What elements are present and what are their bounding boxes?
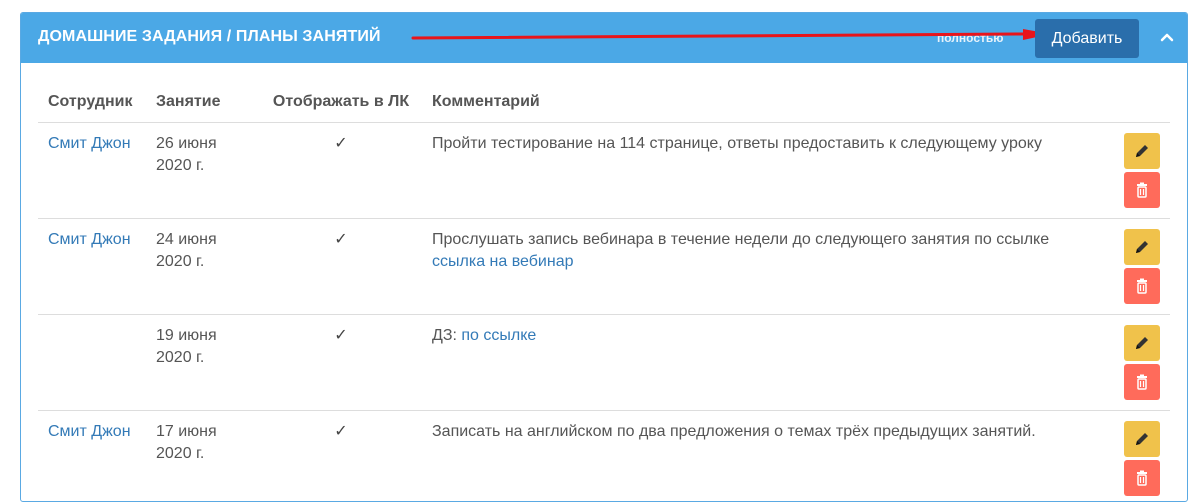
- date-line2: 2020 г.: [156, 252, 205, 270]
- employee-link[interactable]: Смит Джон: [48, 423, 131, 440]
- pencil-icon: [1136, 144, 1148, 157]
- comment-cell: Пройти тестирование на 114 странице, отв…: [422, 122, 1110, 219]
- comment-cell: Прослушать запись вебинара в течение нед…: [422, 218, 1110, 315]
- date-line2: 2020 г.: [156, 348, 205, 366]
- column-header-actions: [1110, 83, 1170, 123]
- lesson-date-cell: 19 июня 2020 г.: [146, 314, 260, 411]
- delete-button[interactable]: [1124, 171, 1160, 208]
- actions-cell: [1110, 122, 1170, 219]
- comment-link[interactable]: по ссылке: [461, 327, 536, 344]
- trash-icon: [1137, 182, 1147, 198]
- lesson-date-cell: 24 июня 2020 г.: [146, 218, 260, 315]
- check-icon: ✓: [334, 230, 348, 248]
- chevron-up-icon[interactable]: [1157, 27, 1177, 47]
- table-row: Смит Джон 26 июня 2020 г. ✓ Пройти тестир…: [38, 122, 1170, 219]
- show-in-account-cell: ✓: [260, 410, 422, 501]
- date-line1: 26 июня: [156, 134, 217, 152]
- delete-button[interactable]: [1124, 267, 1160, 304]
- show-in-account-cell: ✓: [260, 218, 422, 315]
- comment-text: Прослушать запись вебинара в течение нед…: [432, 230, 1050, 248]
- actions-cell: [1110, 218, 1170, 315]
- comment-text: ДЗ:: [432, 326, 462, 344]
- employee-cell: Смит Джон: [38, 410, 146, 501]
- show-in-account-cell: ✓: [260, 314, 422, 411]
- employee-cell: Смит Джон: [38, 122, 146, 219]
- column-header-comment: Комментарий: [422, 83, 1110, 123]
- lesson-date-cell: 26 июня 2020 г.: [146, 122, 260, 219]
- homework-table-container: Сотрудник Занятие Отображать в ЛК Коммен…: [38, 83, 1170, 501]
- check-icon: ✓: [334, 326, 348, 344]
- employee-link[interactable]: Смит Джон: [48, 135, 131, 152]
- edit-button[interactable]: [1124, 324, 1160, 361]
- panel-header: ДОМАШНИЕ ЗАДАНИЯ / ПЛАНЫ ЗАНЯТИЙ полност…: [21, 13, 1187, 63]
- homework-table: Сотрудник Занятие Отображать в ЛК Коммен…: [38, 83, 1170, 501]
- actions-cell: [1110, 410, 1170, 501]
- date-line2: 2020 г.: [156, 156, 205, 174]
- check-icon: ✓: [334, 134, 348, 152]
- table-row: Смит Джон 17 июня 2020 г. ✓ Записать на а…: [38, 410, 1170, 501]
- date-line2: 2020 г.: [156, 444, 205, 462]
- panel-title: ДОМАШНИЕ ЗАДАНИЯ / ПЛАНЫ ЗАНЯТИЙ: [38, 28, 381, 45]
- table-row: 19 июня 2020 г. ✓ ДЗ: по ссылке: [38, 314, 1170, 411]
- edit-button[interactable]: [1124, 132, 1160, 169]
- employee-cell: Смит Джон: [38, 218, 146, 315]
- delete-button[interactable]: [1124, 459, 1160, 496]
- comment-link[interactable]: ссылка на вебинар: [432, 253, 573, 270]
- lesson-date-cell: 17 июня 2020 г.: [146, 410, 260, 501]
- pencil-icon: [1136, 432, 1148, 445]
- column-header-employee: Сотрудник: [38, 83, 146, 123]
- column-header-show-in-account: Отображать в ЛК: [260, 83, 422, 123]
- check-icon: ✓: [334, 422, 348, 440]
- column-header-lesson: Занятие: [146, 83, 260, 123]
- comment-cell: ДЗ: по ссылке: [422, 314, 1110, 411]
- annotation-arrow-icon: [411, 29, 1051, 40]
- date-line1: 17 июня: [156, 422, 217, 440]
- employee-link[interactable]: Смит Джон: [48, 231, 131, 248]
- edit-button[interactable]: [1124, 420, 1160, 457]
- comment-text: Записать на английском по два предложени…: [432, 422, 1036, 440]
- trash-icon: [1137, 374, 1147, 390]
- edit-button[interactable]: [1124, 228, 1160, 265]
- table-row: Смит Джон 24 июня 2020 г. ✓ Прослушать за…: [38, 218, 1170, 315]
- comment-text: Пройти тестирование на 114 странице, отв…: [432, 134, 1042, 152]
- homework-panel: ДОМАШНИЕ ЗАДАНИЯ / ПЛАНЫ ЗАНЯТИЙ полност…: [20, 12, 1188, 502]
- pencil-icon: [1136, 336, 1148, 349]
- pencil-icon: [1136, 240, 1148, 253]
- add-button[interactable]: Добавить: [1035, 19, 1139, 58]
- show-in-account-cell: ✓: [260, 122, 422, 219]
- date-line1: 24 июня: [156, 230, 217, 248]
- trash-icon: [1137, 470, 1147, 486]
- delete-button[interactable]: [1124, 363, 1160, 400]
- comment-cell: Записать на английском по два предложени…: [422, 410, 1110, 501]
- table-header-row: Сотрудник Занятие Отображать в ЛК Коммен…: [38, 83, 1170, 123]
- actions-cell: [1110, 314, 1170, 411]
- employee-cell: [38, 314, 146, 411]
- trash-icon: [1137, 278, 1147, 294]
- date-line1: 19 июня: [156, 326, 217, 344]
